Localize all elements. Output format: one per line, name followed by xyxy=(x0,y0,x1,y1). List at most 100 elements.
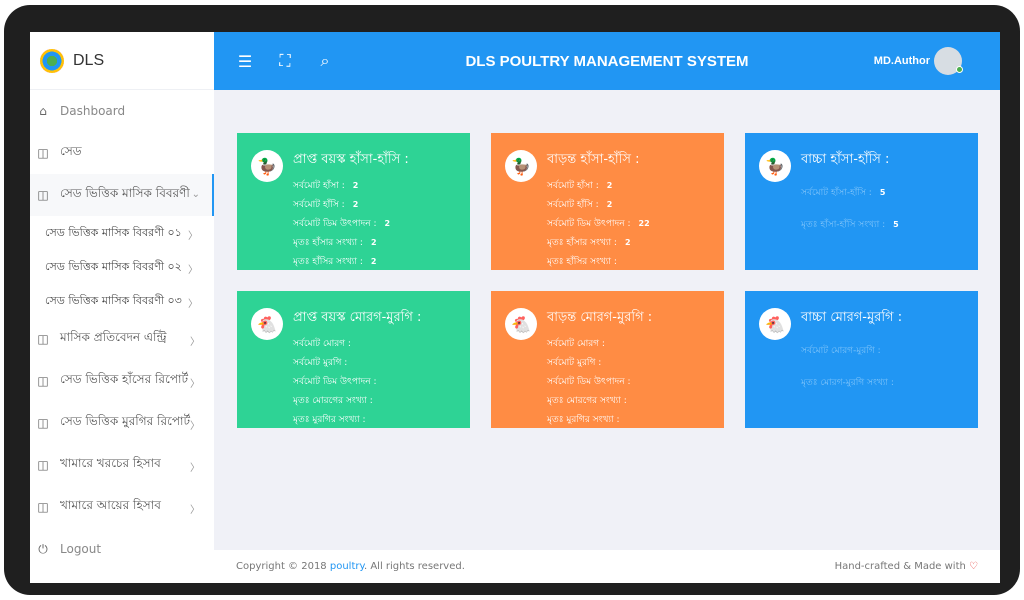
card-row: মৃতঃ হাঁসির সংখ্যা : xyxy=(547,252,714,271)
row-label: সর্বমোট মুরগি : xyxy=(547,358,602,368)
card-row: সর্বমোট ডিম উৎপাদন : xyxy=(547,372,714,391)
row-label: মৃতঃ মুরগির সংখ্যা : xyxy=(547,415,620,425)
card-row: মৃতঃ মোরগের সংখ্যা : xyxy=(547,391,714,410)
card-title: বাচ্চা মোরগ-মুরগি : xyxy=(801,310,903,325)
grid-icon: ◫ xyxy=(37,416,49,430)
card-row: মৃতঃ মোরগ-মুরগি সংখ্যা : xyxy=(801,366,968,398)
sidebar-item-farm-income[interactable]: ◫ খামারে আয়ের হিসাব 〉 xyxy=(30,486,214,528)
row-value: 5 xyxy=(879,187,886,197)
card-duckling: 🦆 বাচ্চা হাঁসা-হাঁসি : সর্বমোট হাঁসা-হাঁ… xyxy=(745,133,978,270)
sidebar-item-label: সেড ভিত্তিক মুরগির রিপোর্ট xyxy=(60,414,191,428)
row-label: সর্বমোট হাঁসা : xyxy=(293,181,345,191)
row-label: মৃতঃ হাঁসার সংখ্যা : xyxy=(547,238,617,248)
card-adult-chicken: 🐔 প্রাপ্ত বয়স্ক মোরগ-মুরগি : সর্বমোট মো… xyxy=(237,291,470,428)
row-label: মৃতঃ মোরগের সংখ্যা : xyxy=(293,396,373,406)
chicken-icon: 🐔 xyxy=(759,308,791,340)
poultry-link[interactable]: poultry xyxy=(330,561,364,572)
menu-icon[interactable]: ☰ xyxy=(236,52,254,71)
row-label: সর্বমোট ডিম উৎপাদন : xyxy=(293,377,377,387)
credit-text: Hand-crafted & Made with xyxy=(834,561,966,572)
row-label: সর্বমোট মোরগ : xyxy=(547,339,605,349)
card-growing-chicken: 🐔 বাড়ন্ত মোরগ-মুরগি : সর্বমোট মোরগ : সর… xyxy=(491,291,724,428)
chevron-right-icon: 〉 xyxy=(188,265,198,276)
row-label: সর্বমোট ডিম উৎপাদন : xyxy=(547,219,631,229)
sidebar-item-label: সেড ভিত্তিক মাসিক বিবরণী xyxy=(60,186,190,200)
user-name: MD.Author xyxy=(873,55,930,67)
card-row: সর্বমোট ডিম উৎপাদন : xyxy=(293,372,460,391)
sidebar-subitem-monthly-02[interactable]: সেড ভিত্তিক মাসিক বিবরণী ০২ 〉 xyxy=(30,250,214,284)
top-header: ☰ ⛶ ⌕ DLS POULTRY MANAGEMENT SYSTEM MD.A… xyxy=(214,32,1000,90)
sidebar-nav: ⌂ Dashboard ◫ সেড ◫ সেড ভিত্তিক মাসিক বি… xyxy=(30,90,214,570)
grid-icon: ◫ xyxy=(37,458,49,472)
card-row: সর্বমোট মোরগ : xyxy=(547,334,714,353)
card-growing-duck: 🦆 বাড়ন্ত হাঁসা-হাঁসি : সর্বমোট হাঁসা : 2… xyxy=(491,133,724,270)
row-label: মৃতঃ হাঁসির সংখ্যা : xyxy=(547,257,617,267)
card-row: সর্বমোট মুরগি : xyxy=(547,353,714,372)
copyright: Copyright © 2018 poultry. All rights res… xyxy=(236,561,465,572)
row-label: সর্বমোট হাঁসা-হাঁসি : xyxy=(801,187,872,198)
fullscreen-icon[interactable]: ⛶ xyxy=(276,51,294,71)
row-label: মৃতঃ হাঁসা-হাঁসি সংখ্যা : xyxy=(801,219,886,230)
chevron-right-icon: 〉 xyxy=(190,505,200,516)
sidebar-item-label: খামারে খরচের হিসাব xyxy=(60,456,161,470)
sidebar-item-duck-report[interactable]: ◫ সেড ভিত্তিক হাঁসের রিপোর্ট 〉 xyxy=(30,360,214,402)
card-row: সর্বমোট হাঁসা : 2 xyxy=(547,176,714,195)
sidebar-subitem-monthly-01[interactable]: সেড ভিত্তিক মাসিক বিবরণী ০১ 〉 xyxy=(30,216,214,250)
card-row: সর্বমোট হাঁসি : 2 xyxy=(293,195,460,214)
sidebar-item-dashboard[interactable]: ⌂ Dashboard xyxy=(30,90,214,132)
sidebar-item-label: Dashboard xyxy=(60,104,126,118)
brand-name: DLS xyxy=(73,51,105,69)
chevron-down-icon: ⌄ xyxy=(191,189,200,200)
sidebar-item-label: খামারে আয়ের হিসাব xyxy=(60,498,161,512)
chevron-right-icon: 〉 xyxy=(190,421,200,432)
card-chick: 🐔 বাচ্চা মোরগ-মুরগি : সর্বমোট মোরগ-মুরগি… xyxy=(745,291,978,428)
row-value: 2 xyxy=(370,257,377,266)
card-row: সর্বমোট ডিম উৎপাদন : 2 xyxy=(293,214,460,233)
duck-icon: 🦆 xyxy=(251,150,283,182)
card-row: মৃতঃ হাঁসা-হাঁসি সংখ্যা : 5 xyxy=(801,208,968,240)
heart-icon: ♡ xyxy=(969,561,978,572)
sidebar-item-shed-monthly[interactable]: ◫ সেড ভিত্তিক মাসিক বিবরণী ⌄ xyxy=(30,174,214,216)
search-icon[interactable]: ⌕ xyxy=(316,51,334,71)
sidebar-item-logout[interactable]: ⏻ Logout xyxy=(30,528,214,570)
sidebar-item-monthly-report-entry[interactable]: ◫ মাসিক প্রতিবেদন এন্ট্রি 〉 xyxy=(30,318,214,360)
card-adult-duck: 🦆 প্রাপ্ত বয়স্ক হাঁসা-হাঁসি : সর্বমোট হ… xyxy=(237,133,470,270)
chevron-right-icon: 〉 xyxy=(188,299,198,310)
sidebar-item-shed[interactable]: ◫ সেড xyxy=(30,132,214,174)
duck-icon: 🦆 xyxy=(505,150,537,182)
card-title: প্রাপ্ত বয়স্ক হাঁসা-হাঁসি : xyxy=(293,152,409,167)
user-menu[interactable]: MD.Author xyxy=(873,47,963,75)
row-label: মৃতঃ হাঁসার সংখ্যা : xyxy=(293,238,363,248)
sidebar-subitem-label: সেড ভিত্তিক মাসিক বিবরণী ০১ xyxy=(45,225,182,239)
row-value: 2 xyxy=(370,238,377,247)
card-row: মৃতঃ হাঁসার সংখ্যা : 2 xyxy=(293,233,460,252)
sidebar-item-farm-expense[interactable]: ◫ খামারে খরচের হিসাব 〉 xyxy=(30,444,214,486)
card-row: সর্বমোট ডিম উৎপাদন : 22 xyxy=(547,214,714,233)
card-row: সর্বমোট হাঁসা-হাঁসি : 5 xyxy=(801,176,968,208)
row-label: সর্বমোট মোরগ : xyxy=(293,339,351,349)
home-icon: ⌂ xyxy=(39,104,47,118)
brand[interactable]: DLS xyxy=(30,32,214,90)
card-row: সর্বমোট হাঁসি : 2 xyxy=(547,195,714,214)
chevron-right-icon: 〉 xyxy=(190,337,200,348)
row-label: মৃতঃ মোরগের সংখ্যা : xyxy=(547,396,627,406)
sidebar-subitem-monthly-03[interactable]: সেড ভিত্তিক মাসিক বিবরণী ০৩ 〉 xyxy=(30,284,214,318)
grid-icon: ◫ xyxy=(37,374,49,388)
online-status-dot xyxy=(956,66,963,73)
sidebar-item-label: Logout xyxy=(60,542,102,556)
row-label: মৃতঃ হাঁসির সংখ্যা : xyxy=(293,257,363,267)
app-screen: DLS ⌂ Dashboard ◫ সেড ◫ সেড ভিত্তিক মাসি… xyxy=(30,32,1000,583)
rights-text: . All rights reserved. xyxy=(363,561,465,572)
card-row: মৃতঃ মুরগির সংখ্যা : xyxy=(293,410,460,429)
sidebar-item-chicken-report[interactable]: ◫ সেড ভিত্তিক মুরগির রিপোর্ট 〉 xyxy=(30,402,214,444)
device-frame: DLS ⌂ Dashboard ◫ সেড ◫ সেড ভিত্তিক মাসি… xyxy=(4,5,1020,595)
row-label: সর্বমোট মোরগ-মুরগি : xyxy=(801,345,881,356)
row-value: 2 xyxy=(352,181,359,190)
row-value: 5 xyxy=(893,219,899,229)
card-row: মৃতঃ মোরগের সংখ্যা : xyxy=(293,391,460,410)
row-label: সর্বমোট ডিম উৎপাদন : xyxy=(547,377,631,387)
chicken-icon: 🐔 xyxy=(251,308,283,340)
grid-icon: ◫ xyxy=(37,188,49,202)
footer: Copyright © 2018 poultry. All rights res… xyxy=(214,550,1000,583)
row-value: 2 xyxy=(352,200,359,209)
